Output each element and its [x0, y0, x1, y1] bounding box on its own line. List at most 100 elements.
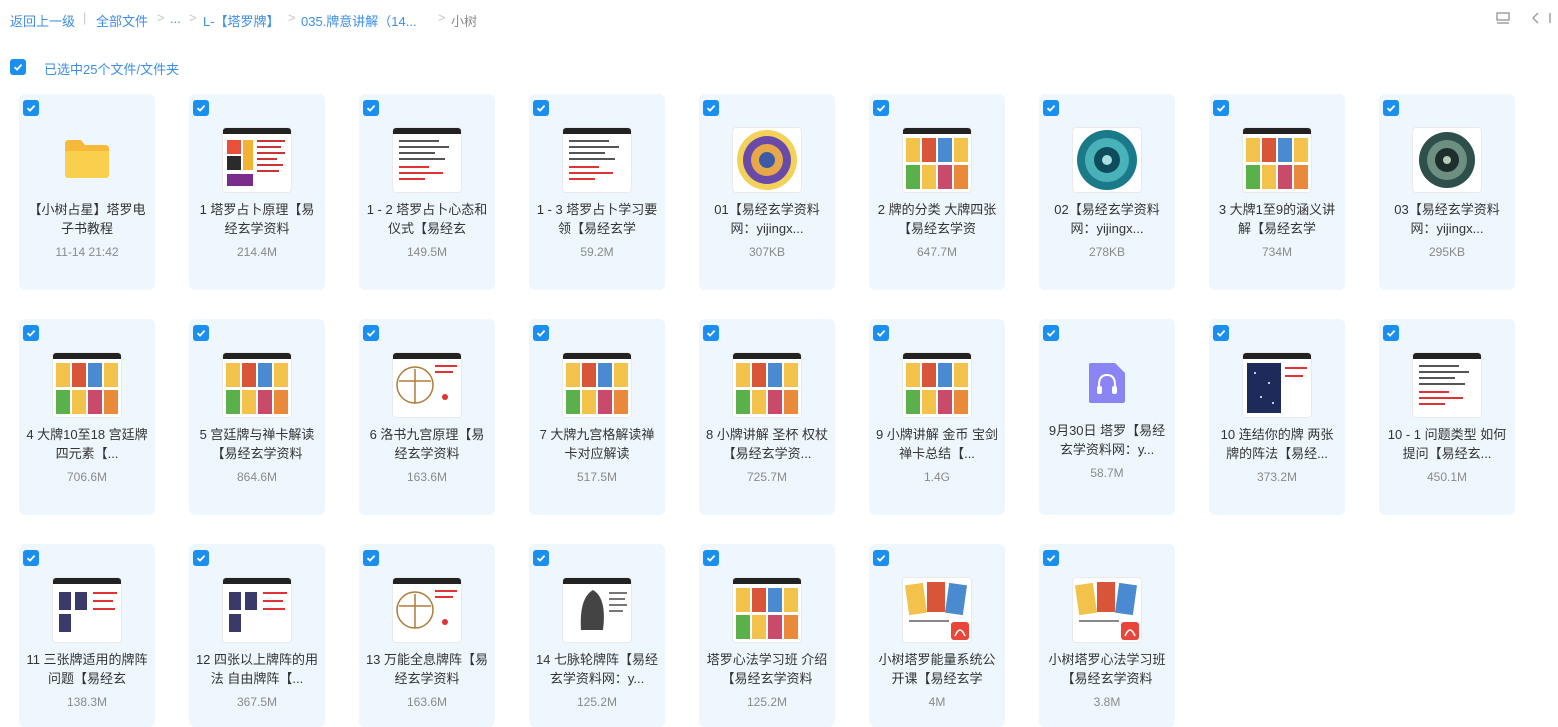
file-name[interactable]: 小树塔罗能量系统公开课【易经玄学 [875, 650, 999, 688]
file-tile[interactable]: 小树塔罗能量系统公开课【易经玄学 4M [869, 544, 1005, 727]
file-checkbox[interactable] [703, 100, 719, 116]
file-name[interactable]: 塔罗心法学习班 介绍【易经玄学资料 [705, 650, 829, 688]
file-checkbox[interactable] [533, 100, 549, 116]
file-checkbox[interactable] [1213, 100, 1229, 116]
file-checkbox[interactable] [363, 100, 379, 116]
file-name[interactable]: 4 大牌10至18 宫廷牌 四元素【... [25, 425, 149, 463]
file-tile[interactable]: 9 小牌讲解 金币 宝剑 禅卡总结【... 1.4G [869, 319, 1005, 515]
back-link[interactable]: 返回上一级 [10, 11, 75, 30]
file-tile[interactable]: 8 小牌讲解 圣杯 权杖【易经玄学资... 725.7M [699, 319, 835, 515]
checkmark-icon [366, 554, 376, 562]
file-tile[interactable]: 4 大牌10至18 宫廷牌 四元素【... 706.6M [19, 319, 155, 515]
chevron-left-icon[interactable] [1527, 9, 1545, 27]
file-checkbox[interactable] [23, 550, 39, 566]
checkmark-icon [26, 104, 36, 112]
file-size: 450.1M [1426, 470, 1468, 484]
file-name[interactable]: 1 - 3 塔罗占卜学习要领【易经玄学 [535, 200, 659, 238]
checkmark-icon [876, 104, 886, 112]
video-thumbnail [393, 128, 461, 192]
file-tile[interactable]: 9月30日 塔罗【易经玄学资料网：y... 58.7M [1039, 319, 1175, 515]
file-tile[interactable]: 3 大牌1至9的涵义讲解【易经玄学 734M [1209, 94, 1345, 290]
file-name[interactable]: 6 洛书九宫原理【易经玄学资料 [365, 425, 489, 463]
file-checkbox[interactable] [873, 550, 889, 566]
file-tile[interactable]: 10 - 1 问题类型 如何提问【易经玄... 450.1M [1379, 319, 1515, 515]
file-name[interactable]: 1 - 2 塔罗占卜心态和仪式【易经玄 [365, 200, 489, 238]
file-checkbox[interactable] [703, 550, 719, 566]
file-name[interactable]: 01【易经玄学资料网：yijingx... [705, 200, 829, 238]
file-name[interactable]: 13 万能全息牌阵【易经玄学资料 [365, 650, 489, 688]
file-checkbox[interactable] [1383, 100, 1399, 116]
file-checkbox[interactable] [23, 325, 39, 341]
file-checkbox[interactable] [1043, 325, 1059, 341]
panel-edge-icon[interactable] [1548, 9, 1558, 27]
file-tile[interactable]: 11 三张牌适用的牌阵问题【易经玄 138.3M [19, 544, 155, 727]
file-name[interactable]: 3 大牌1至9的涵义讲解【易经玄学 [1215, 200, 1339, 238]
file-checkbox[interactable] [703, 325, 719, 341]
file-checkbox[interactable] [193, 550, 209, 566]
file-tile[interactable]: 【小树占星】塔罗电子书教程 11-14 21:42 [19, 94, 155, 290]
file-size: 125.2M [576, 695, 618, 709]
file-checkbox[interactable] [363, 550, 379, 566]
file-name[interactable]: 11 三张牌适用的牌阵问题【易经玄 [25, 650, 149, 688]
file-tile[interactable]: 03【易经玄学资料网：yijingx... 295KB [1379, 94, 1515, 290]
file-checkbox[interactable] [363, 325, 379, 341]
file-tile[interactable]: 14 七脉轮牌阵【易经玄学资料网：y... 125.2M [529, 544, 665, 727]
file-tile[interactable]: 1 塔罗占卜原理【易经玄学资料 214.4M [189, 94, 325, 290]
file-name[interactable]: 【小树占星】塔罗电子书教程 [25, 200, 149, 238]
image-thumbnail [1413, 128, 1481, 192]
video-thumbnail [223, 353, 291, 417]
breadcrumb-current: 小树 [451, 14, 478, 29]
file-size: 517.5M [576, 470, 618, 484]
breadcrumb-level1[interactable]: L-【塔罗牌】 [203, 11, 280, 30]
file-tile[interactable]: 5 宫廷牌与禅卡解读【易经玄学资料 864.6M [189, 319, 325, 515]
file-checkbox[interactable] [1383, 325, 1399, 341]
breadcrumb-ellipsis[interactable]: ... [170, 11, 181, 26]
file-name[interactable]: 8 小牌讲解 圣杯 权杖【易经玄学资... [705, 425, 829, 463]
file-checkbox[interactable] [533, 550, 549, 566]
file-tile[interactable]: 6 洛书九宫原理【易经玄学资料 163.6M [359, 319, 495, 515]
file-tile[interactable]: 01【易经玄学资料网：yijingx... 307KB [699, 94, 835, 290]
file-name[interactable]: 5 宫廷牌与禅卡解读【易经玄学资料 [195, 425, 319, 463]
pdf-thumbnail [903, 578, 971, 642]
file-tile[interactable]: 02【易经玄学资料网：yijingx... 278KB [1039, 94, 1175, 290]
file-tile[interactable]: 13 万能全息牌阵【易经玄学资料 163.6M [359, 544, 495, 727]
file-checkbox[interactable] [873, 100, 889, 116]
file-checkbox[interactable] [533, 325, 549, 341]
file-name[interactable]: 14 七脉轮牌阵【易经玄学资料网：y... [535, 650, 659, 688]
file-name[interactable]: 9月30日 塔罗【易经玄学资料网：y... [1045, 421, 1169, 459]
file-tile[interactable]: 10 连结你的牌 两张牌的阵法【易经... 373.2M [1209, 319, 1345, 515]
checkmark-icon [1216, 329, 1226, 337]
checkmark-icon [536, 104, 546, 112]
file-checkbox[interactable] [1043, 550, 1059, 566]
file-tile[interactable]: 12 四张以上牌阵的用法 自由牌阵【... 367.5M [189, 544, 325, 727]
file-tile[interactable]: 2 牌的分类 大牌四张【易经玄学资 647.7M [869, 94, 1005, 290]
file-name[interactable]: 03【易经玄学资料网：yijingx... [1385, 200, 1509, 238]
file-name[interactable]: 2 牌的分类 大牌四张【易经玄学资 [875, 200, 999, 238]
file-checkbox[interactable] [193, 325, 209, 341]
file-checkbox[interactable] [873, 325, 889, 341]
file-name[interactable]: 10 连结你的牌 两张牌的阵法【易经... [1215, 425, 1339, 463]
file-name[interactable]: 10 - 1 问题类型 如何提问【易经玄... [1385, 425, 1509, 463]
file-tile[interactable]: 1 - 3 塔罗占卜学习要领【易经玄学 59.2M [529, 94, 665, 290]
file-tile[interactable]: 1 - 2 塔罗占卜心态和仪式【易经玄 149.5M [359, 94, 495, 290]
file-size: 59.2M [580, 245, 614, 259]
file-name[interactable]: 1 塔罗占卜原理【易经玄学资料 [195, 200, 319, 238]
file-tile[interactable]: 小树塔罗心法学习班【易经玄学资料 3.8M [1039, 544, 1175, 727]
breadcrumb-level2[interactable]: 035.牌意讲解（14... [301, 11, 417, 30]
file-checkbox[interactable] [1213, 325, 1229, 341]
file-checkbox[interactable] [23, 100, 39, 116]
file-size: 138.3M [66, 695, 108, 709]
file-tile[interactable]: 7 大牌九宫格解读禅卡对应解读 517.5M [529, 319, 665, 515]
file-checkbox[interactable] [193, 100, 209, 116]
select-all-checkbox[interactable] [10, 59, 26, 75]
video-thumbnail [733, 353, 801, 417]
file-tile[interactable]: 塔罗心法学习班 介绍【易经玄学资料 125.2M [699, 544, 835, 727]
file-name[interactable]: 12 四张以上牌阵的用法 自由牌阵【... [195, 650, 319, 688]
file-name[interactable]: 7 大牌九宫格解读禅卡对应解读 [535, 425, 659, 463]
file-name[interactable]: 9 小牌讲解 金币 宝剑 禅卡总结【... [875, 425, 999, 463]
file-name[interactable]: 小树塔罗心法学习班【易经玄学资料 [1045, 650, 1169, 688]
list-view-icon[interactable] [1494, 9, 1512, 27]
breadcrumb-all-files[interactable]: 全部文件 [96, 11, 148, 30]
file-checkbox[interactable] [1043, 100, 1059, 116]
file-name[interactable]: 02【易经玄学资料网：yijingx... [1045, 200, 1169, 238]
